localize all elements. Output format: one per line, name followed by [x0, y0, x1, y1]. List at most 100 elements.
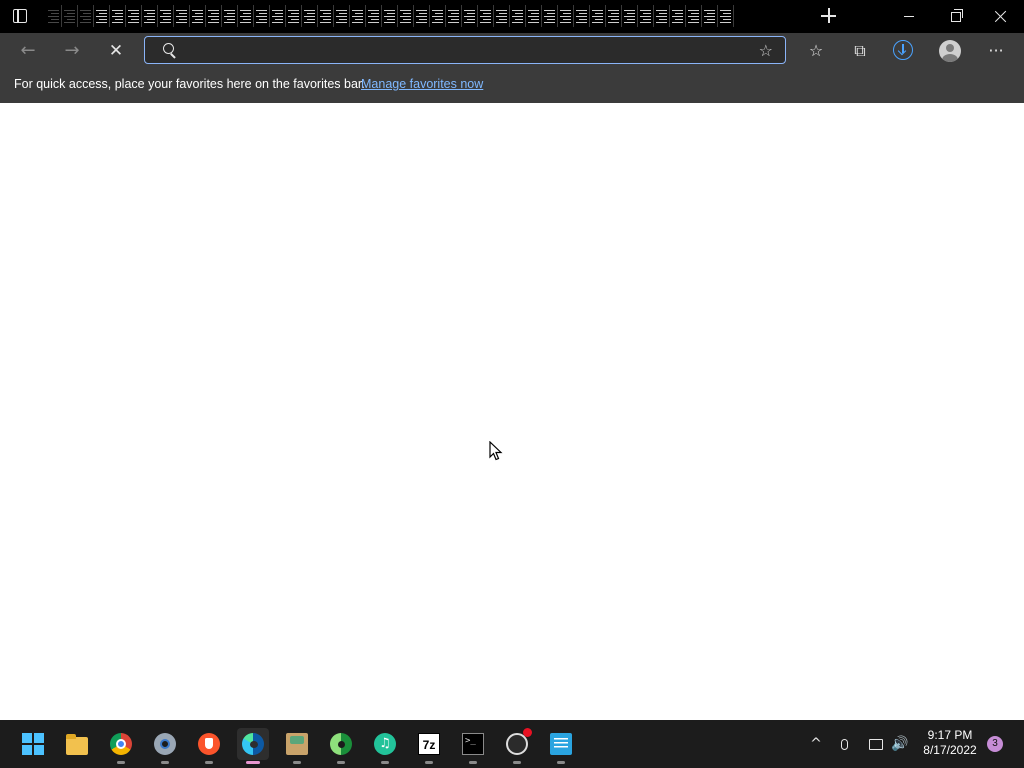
taskbar-chrome[interactable]: [105, 728, 137, 764]
tab-list: [46, 5, 734, 27]
tab-favicon-icon: [656, 9, 667, 23]
browser-tab[interactable]: [558, 5, 574, 27]
taskbar-notepad[interactable]: [545, 728, 577, 764]
browser-tab[interactable]: [302, 5, 318, 27]
microphone-icon[interactable]: [834, 720, 854, 768]
taskbar-terminal[interactable]: >_: [457, 728, 489, 764]
browser-tab[interactable]: [446, 5, 462, 27]
browser-tab[interactable]: [414, 5, 430, 27]
more-menu-button[interactable]: ···: [980, 35, 1012, 67]
browser-tab[interactable]: [622, 5, 638, 27]
back-button[interactable]: ←: [12, 35, 44, 67]
taskbar-edge[interactable]: [237, 728, 269, 764]
browser-tab[interactable]: [494, 5, 510, 27]
new-tab-button[interactable]: [820, 7, 838, 25]
tab-favicon-icon: [256, 9, 267, 23]
favorites-bar: For quick access, place your favorites h…: [0, 69, 1024, 104]
browser-tab[interactable]: [430, 5, 446, 27]
start-button[interactable]: [17, 728, 49, 760]
browser-tab[interactable]: [270, 5, 286, 27]
system-clock[interactable]: 9:17 PM 8/17/2022: [916, 728, 984, 758]
volume-icon[interactable]: 🔊: [889, 720, 911, 768]
tab-favicon-icon: [384, 9, 395, 23]
tab-favicon-icon: [176, 9, 187, 23]
browser-tab[interactable]: [190, 5, 206, 27]
music-icon: ♫: [374, 733, 396, 755]
close-window-button[interactable]: [978, 0, 1024, 33]
tab-favicon-icon: [240, 9, 251, 23]
taskbar-settings[interactable]: [149, 728, 181, 764]
page-content[interactable]: [0, 103, 1024, 720]
tab-favicon-icon: [192, 9, 203, 23]
minimize-button[interactable]: [886, 0, 932, 33]
browser-tab[interactable]: [46, 5, 62, 27]
browser-tab[interactable]: [142, 5, 158, 27]
browser-tab[interactable]: [542, 5, 558, 27]
taskbar-music[interactable]: ♫: [369, 728, 401, 764]
browser-tab[interactable]: [350, 5, 366, 27]
tab-favicon-icon: [560, 9, 571, 23]
taskbar-obs[interactable]: [501, 728, 533, 764]
network-icon[interactable]: [864, 720, 888, 768]
browser-tab[interactable]: [78, 5, 94, 27]
taskbar-brave[interactable]: [193, 728, 225, 764]
mouse-cursor-icon: [489, 441, 503, 461]
stop-loading-button[interactable]: ✕: [100, 35, 132, 67]
browser-tab[interactable]: [366, 5, 382, 27]
favorites-icon[interactable]: ☆: [800, 35, 832, 67]
tab-favicon-icon: [368, 9, 379, 23]
restore-button[interactable]: [932, 0, 978, 33]
forward-button[interactable]: →: [56, 35, 88, 67]
browser-tab[interactable]: [398, 5, 414, 27]
profile-avatar[interactable]: [934, 35, 966, 67]
tab-favicon-icon: [576, 9, 587, 23]
browser-tab[interactable]: [670, 5, 686, 27]
browser-tab[interactable]: [174, 5, 190, 27]
taskbar-edge-dev[interactable]: [325, 728, 357, 764]
browser-tab[interactable]: [254, 5, 270, 27]
browser-tab[interactable]: [478, 5, 494, 27]
browser-tab[interactable]: [702, 5, 718, 27]
manage-favorites-link[interactable]: Manage favorites now: [361, 77, 483, 91]
taskbar-file-explorer[interactable]: [61, 728, 93, 760]
collections-icon[interactable]: ⧉: [844, 35, 876, 67]
browser-tab[interactable]: [158, 5, 174, 27]
browser-tab[interactable]: [686, 5, 702, 27]
browser-tab[interactable]: [110, 5, 126, 27]
taskbar: ♫ 7z >_ ^ 🔊 9:17 PM 8/17/2022: [0, 720, 1024, 768]
tab-favicon-icon: [544, 9, 555, 23]
browser-tab[interactable]: [286, 5, 302, 27]
browser-tab[interactable]: [62, 5, 78, 27]
browser-tab[interactable]: [606, 5, 622, 27]
tab-favicon-icon: [288, 9, 299, 23]
browser-tab[interactable]: [526, 5, 542, 27]
downloads-icon[interactable]: [888, 35, 920, 67]
browser-tab[interactable]: [206, 5, 222, 27]
browser-tab[interactable]: [222, 5, 238, 27]
taskbar-7zip[interactable]: 7z: [413, 728, 445, 764]
add-favorite-icon[interactable]: ☆: [759, 41, 773, 60]
browser-tab[interactable]: [574, 5, 590, 27]
tab-actions-icon[interactable]: [12, 8, 28, 24]
windows-icon: [22, 733, 44, 755]
browser-tab[interactable]: [94, 5, 110, 27]
browser-tab[interactable]: [382, 5, 398, 27]
clock-time: 9:17 PM: [927, 728, 973, 742]
browser-tab[interactable]: [462, 5, 478, 27]
notification-badge[interactable]: 3: [987, 736, 1003, 752]
tab-favicon-icon: [464, 9, 475, 23]
browser-tab[interactable]: [590, 5, 606, 27]
browser-tab[interactable]: [126, 5, 142, 27]
taskbar-archive-manager[interactable]: [281, 728, 313, 764]
browser-tab[interactable]: [334, 5, 350, 27]
browser-tab[interactable]: [638, 5, 654, 27]
browser-tab[interactable]: [238, 5, 254, 27]
address-bar[interactable]: ☆: [144, 36, 786, 64]
browser-tab[interactable]: [654, 5, 670, 27]
browser-tab[interactable]: [510, 5, 526, 27]
browser-tab[interactable]: [718, 5, 734, 27]
address-input[interactable]: [181, 39, 745, 63]
show-hidden-icons-button[interactable]: ^: [806, 720, 826, 768]
tab-favicon-icon: [416, 9, 427, 23]
browser-tab[interactable]: [318, 5, 334, 27]
